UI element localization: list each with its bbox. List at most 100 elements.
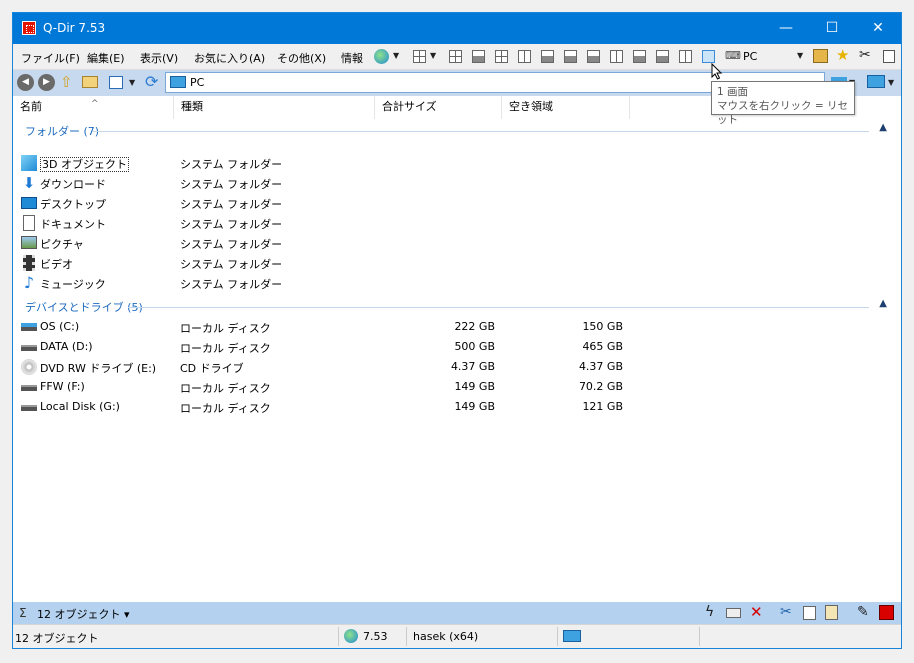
up-folder-icon[interactable]: ⇧ [60, 73, 73, 91]
location-label[interactable]: PC [743, 50, 757, 63]
column-free-space[interactable]: 空き領域 [502, 96, 630, 119]
status-separator [699, 627, 700, 646]
layout-2-pane-icon[interactable] [633, 50, 646, 63]
collapse-chevron-icon[interactable]: ▲ [879, 298, 887, 309]
tooltip-line-1: 1 画面 [717, 86, 749, 98]
item-type: システム フォルダー [180, 218, 283, 231]
star-favorite-icon[interactable]: ★ [836, 46, 849, 64]
layout-vsplit-icon[interactable] [518, 50, 531, 63]
item-type: システム フォルダー [180, 198, 283, 211]
layout-4-pane-alt-icon[interactable] [495, 50, 508, 63]
item-type: システム フォルダー [180, 158, 283, 171]
layout-dropdown-icon[interactable]: ▼ [430, 51, 436, 60]
paste-icon[interactable] [825, 605, 838, 620]
menu-favorites[interactable]: お気に入り(A) [194, 50, 265, 66]
list-item[interactable]: OS (C:) ローカル ディスク 222 GB 150 GB [13, 317, 901, 337]
red-grid-icon[interactable] [879, 605, 894, 620]
forward-icon[interactable]: ▶ [38, 74, 55, 91]
column-type[interactable]: 種類 [174, 96, 375, 119]
document-icon [23, 215, 35, 231]
group-divider [128, 307, 869, 308]
view-mode-icon[interactable] [109, 76, 123, 89]
menu-bar: ファイル(F) 編集(E) 表示(V) お気に入り(A) その他(X) 情報 ▼… [13, 44, 901, 70]
layout-2-column-icon[interactable] [679, 50, 692, 63]
desktop-dropdown-icon[interactable]: ▼ [888, 78, 894, 87]
collapse-chevron-icon[interactable]: ▲ [879, 122, 887, 133]
close-button[interactable]: ✕ [855, 13, 901, 44]
status-separator [338, 627, 339, 646]
list-item[interactable]: ♪ ミュージック システム フォルダー [13, 273, 901, 293]
item-type: ローカル ディスク [180, 382, 271, 395]
list-item[interactable]: Local Disk (G:) ローカル ディスク 149 GB 121 GB [13, 397, 901, 417]
desktop-monitor-icon[interactable] [867, 75, 885, 88]
minimize-button[interactable]: — [763, 13, 809, 44]
cut-icon[interactable]: ✂ [780, 604, 792, 620]
computer-icon[interactable]: ⌨ [725, 49, 741, 62]
refresh-icon[interactable]: ⟳ [145, 72, 158, 91]
file-list: フォルダー (7) ▲ 3D オブジェクト システム フォルダー ⬇ ダウンロー… [13, 119, 901, 602]
group-drives[interactable]: デバイスとドライブ (5) ▲ [25, 298, 891, 315]
object-count-dropdown[interactable]: 12 オブジェクト ▾ [37, 606, 130, 622]
list-item[interactable]: FFW (F:) ローカル ディスク 149 GB 70.2 GB [13, 377, 901, 397]
layout-columns-icon[interactable] [610, 50, 623, 63]
delete-icon[interactable]: ✕ [750, 603, 763, 621]
folder-icon[interactable] [82, 76, 98, 88]
item-type: CD ドライブ [180, 362, 244, 375]
item-total-size: 149 GB [454, 380, 495, 393]
column-total-size[interactable]: 合計サイズ [375, 96, 502, 119]
title-bar[interactable]: Q-Dir 7.53 — ☐ ✕ [13, 13, 901, 44]
sort-ascending-icon: ^ [91, 99, 99, 109]
list-item[interactable]: 3D オブジェクト システム フォルダー [13, 153, 901, 173]
copy-icon[interactable] [803, 606, 816, 620]
keyboard-icon[interactable] [726, 608, 741, 618]
drive-icon [21, 385, 37, 391]
drive-icon [21, 405, 37, 411]
back-icon[interactable]: ◀ [17, 74, 34, 91]
picture-icon [21, 236, 37, 249]
layout-4-pane-icon[interactable] [413, 50, 426, 63]
item-name: Local Disk (G:) [40, 400, 120, 413]
item-free-space: 70.2 GB [578, 380, 623, 393]
layout-3-pane-icon[interactable] [472, 50, 485, 63]
folder-network-icon[interactable] [813, 49, 828, 63]
layout-hsplit-icon[interactable] [541, 50, 554, 63]
group-divider [93, 131, 869, 132]
status-monitor-icon[interactable] [563, 630, 581, 642]
list-item[interactable]: デスクトップ システム フォルダー [13, 193, 901, 213]
edit-pen-icon[interactable]: ✎ [857, 604, 869, 620]
list-item[interactable]: ⬇ ダウンロード システム フォルダー [13, 173, 901, 193]
list-item[interactable]: ビデオ システム フォルダー [13, 253, 901, 273]
menu-info[interactable]: 情報 [341, 50, 363, 66]
globe-icon[interactable] [374, 49, 389, 64]
sigma-icon[interactable]: Σ [19, 606, 27, 620]
item-name: DVD RW ドライブ (E:) [40, 362, 157, 375]
list-item[interactable]: ピクチャ システム フォルダー [13, 233, 901, 253]
location-dropdown-icon[interactable]: ▼ [797, 51, 803, 60]
menu-other[interactable]: その他(X) [277, 50, 326, 66]
globe-dropdown-icon[interactable]: ▼ [393, 51, 399, 60]
list-item[interactable]: ドキュメント システム フォルダー [13, 213, 901, 233]
maximize-button[interactable]: ☐ [809, 13, 855, 44]
item-name: ドキュメント [40, 218, 106, 231]
layout-stack-icon[interactable] [587, 50, 600, 63]
column-name[interactable]: 名前 ^ [13, 96, 174, 119]
list-item[interactable]: DATA (D:) ローカル ディスク 500 GB 465 GB [13, 337, 901, 357]
item-name: ダウンロード [40, 178, 106, 191]
list-item[interactable]: DVD RW ドライブ (E:) CD ドライブ 4.37 GB 4.37 GB [13, 357, 901, 377]
layout-grid-icon[interactable] [449, 50, 462, 63]
item-name: デスクトップ [40, 198, 106, 211]
menu-edit[interactable]: 編集(E) [87, 50, 125, 66]
app-icon[interactable] [22, 21, 36, 35]
window-icon[interactable] [883, 50, 895, 63]
layout-3-pane-alt-icon[interactable] [564, 50, 577, 63]
version-globe-icon[interactable] [344, 629, 358, 643]
view-mode-dropdown-icon[interactable]: ▼ [129, 78, 135, 87]
menu-file[interactable]: ファイル(F) [21, 50, 80, 66]
tools-icon[interactable]: ✂ [859, 47, 871, 63]
item-name: ミュージック [40, 278, 106, 291]
item-name: DATA (D:) [40, 340, 93, 353]
lightning-icon[interactable]: ϟ [705, 604, 714, 620]
menu-view[interactable]: 表示(V) [140, 50, 178, 66]
layout-2-pane-alt-icon[interactable] [656, 50, 669, 63]
layout-1-pane-icon[interactable] [702, 50, 715, 63]
